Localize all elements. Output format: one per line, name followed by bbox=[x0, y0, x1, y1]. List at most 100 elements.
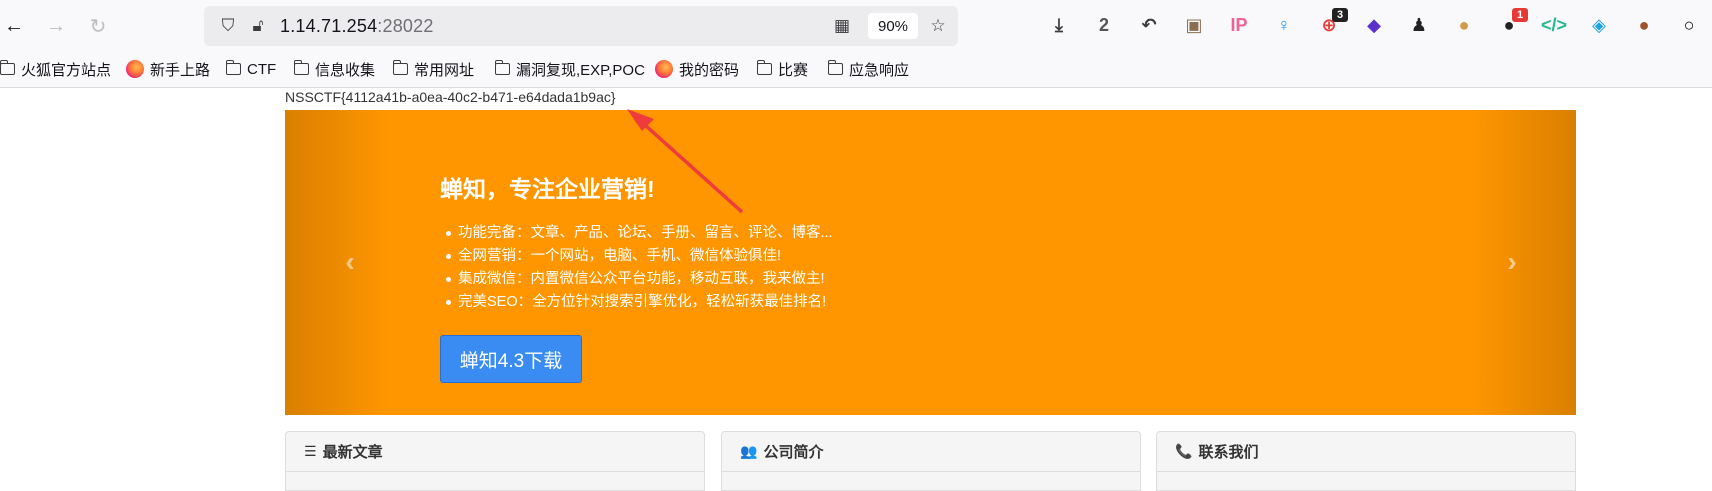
cube-extension-glyph: ◈ bbox=[1592, 14, 1606, 35]
panel-header: ☰ 最新文章 bbox=[286, 432, 704, 472]
extension-badge: 3 bbox=[1332, 8, 1348, 22]
bookmark-item[interactable]: 新手上路 bbox=[126, 58, 210, 80]
flag-text: NSSCTF{4112a41b-a0ea-40c2-b471-e64dada1b… bbox=[285, 89, 616, 105]
bookmark-item[interactable]: 常用网址 bbox=[393, 58, 474, 80]
bookmark-label: 漏洞复现,EXP,POC bbox=[516, 61, 645, 79]
users-icon: 👥 bbox=[740, 443, 758, 459]
back-arrow-icon: ← bbox=[4, 14, 24, 37]
hero-title: 蝉知，专注企业营销! bbox=[440, 176, 655, 202]
forward-arrow-icon: → bbox=[46, 14, 66, 37]
panel-header: 📞 联系我们 bbox=[1157, 432, 1575, 472]
diamond-extension-glyph: ◆ bbox=[1367, 14, 1381, 35]
toolbar: ← → ↻ ⛉ 🔓︎ 1.14.71.254:28022 ▦ 90% ☆ ⤓ 2 ↶… bbox=[0, 0, 1712, 52]
diamond-extension-icon[interactable]: ◆ bbox=[1361, 12, 1387, 38]
bookmarks-toolbar: 火狐官方站点 新手上路 CTF 信息收集 常用网址 漏洞复现,EXP,POC 我的密码 比赛 应… bbox=[0, 54, 1712, 84]
chevron-right-icon: › bbox=[1507, 246, 1517, 277]
folder-icon bbox=[0, 60, 15, 75]
panel-title: 最新文章 bbox=[322, 444, 383, 461]
mask-extension-icon[interactable]: ● 1 bbox=[1496, 8, 1528, 38]
feature-item: 完美SEO：全方位针对搜索引擎优化，轻松斩获最佳排名! bbox=[440, 291, 833, 314]
forward-button[interactable]: → bbox=[42, 12, 70, 40]
bookmark-item[interactable]: 我的密码 bbox=[655, 58, 739, 80]
carousel-next-button[interactable]: › bbox=[1497, 246, 1527, 277]
feature-item: 全网营销：一个网站，电脑、手机、微信体验俱佳! bbox=[440, 245, 833, 268]
shield-icon[interactable]: ⛉ bbox=[216, 14, 240, 38]
circle-extension-glyph: ○ bbox=[1683, 14, 1695, 35]
bookmark-item[interactable]: 应急响应 bbox=[828, 58, 909, 80]
pin-extension-icon[interactable]: ♀ bbox=[1271, 12, 1297, 38]
hero-carousel: ‹ 蝉知，专注企业营销! 功能完备：文章、产品、论坛、手册、留言、评论、博客..… bbox=[285, 110, 1576, 415]
url-port: :28022 bbox=[377, 16, 434, 36]
counter-extension-glyph: 2 bbox=[1098, 14, 1109, 35]
panel-header: 👥 公司简介 bbox=[722, 432, 1140, 472]
cookie-extension-icon[interactable]: ● bbox=[1451, 12, 1477, 38]
download-button[interactable]: 蝉知4.3下载 bbox=[440, 335, 582, 383]
bookmark-item[interactable]: 比赛 bbox=[757, 58, 808, 80]
panel-title: 联系我们 bbox=[1198, 444, 1259, 461]
firefox-icon bbox=[126, 60, 144, 78]
feature-list: 功能完备：文章、产品、论坛、手册、留言、评论、博客... 全网营销：一个网站，电… bbox=[440, 222, 833, 314]
folder-icon bbox=[226, 60, 241, 75]
bookmark-label: 信息收集 bbox=[315, 61, 376, 79]
chevron-left-icon: ‹ bbox=[345, 246, 355, 277]
panel-company-intro: 👥 公司简介 bbox=[721, 431, 1141, 491]
image-extension-glyph: ▣ bbox=[1185, 14, 1203, 35]
bookmark-item[interactable]: 信息收集 bbox=[294, 58, 375, 80]
pin-extension-glyph: ♀ bbox=[1277, 14, 1291, 35]
bookmark-label: 火狐官方站点 bbox=[21, 61, 112, 79]
phone-icon: 📞 bbox=[1175, 443, 1193, 459]
insecure-lock-icon[interactable]: 🔓︎ bbox=[246, 14, 270, 38]
qrcode-icon[interactable]: ▦ bbox=[830, 14, 854, 38]
cube-extension-icon[interactable]: ◈ bbox=[1586, 12, 1612, 38]
spy-extension-icon[interactable]: ♟ bbox=[1406, 12, 1432, 38]
folder-icon bbox=[495, 60, 510, 75]
bookmark-item[interactable]: CTF bbox=[226, 58, 276, 80]
cookie-editor-icon[interactable]: ● bbox=[1631, 12, 1657, 38]
bookmark-label: 新手上路 bbox=[150, 61, 211, 79]
bookmark-label: 我的密码 bbox=[679, 61, 740, 79]
link-extension-icon[interactable]: ⊕ 3 bbox=[1316, 8, 1348, 38]
carousel-prev-button[interactable]: ‹ bbox=[335, 246, 365, 277]
spy-extension-glyph: ♟ bbox=[1410, 14, 1428, 35]
reply-icon[interactable]: ↶ bbox=[1136, 12, 1162, 38]
browser-chrome: ← → ↻ ⛉ 🔓︎ 1.14.71.254:28022 ▦ 90% ☆ ⤓ 2 ↶… bbox=[0, 0, 1712, 88]
list-icon: ☰ bbox=[304, 443, 317, 459]
folder-icon bbox=[757, 60, 772, 75]
back-button[interactable]: ← bbox=[0, 12, 28, 40]
bookmark-label: 比赛 bbox=[778, 61, 809, 79]
cookie-extension-glyph: ● bbox=[1458, 14, 1470, 35]
url-bar[interactable]: ⛉ 🔓︎ 1.14.71.254:28022 ▦ 90% ☆ bbox=[204, 6, 958, 46]
reply-glyph: ↶ bbox=[1141, 14, 1157, 35]
feature-item: 功能完备：文章、产品、论坛、手册、留言、评论、博客... bbox=[440, 222, 833, 245]
ip-extension-icon[interactable]: IP bbox=[1226, 12, 1252, 38]
code-extension-icon[interactable]: </> bbox=[1541, 12, 1567, 38]
bookmark-label: CTF bbox=[247, 60, 277, 78]
url-text[interactable]: 1.14.71.254:28022 bbox=[280, 16, 434, 37]
star-icon[interactable]: ☆ bbox=[926, 14, 950, 38]
extension-badge: 1 bbox=[1512, 8, 1528, 22]
folder-icon bbox=[393, 60, 408, 75]
download-icon[interactable]: ⤓ bbox=[1046, 12, 1072, 38]
circle-extension-icon[interactable]: ○ bbox=[1676, 12, 1702, 38]
download-glyph: ⤓ bbox=[1055, 14, 1063, 35]
bookmark-label: 应急响应 bbox=[849, 61, 910, 79]
counter-extension-icon[interactable]: 2 bbox=[1091, 12, 1117, 38]
ip-extension-glyph: IP bbox=[1230, 14, 1248, 35]
folder-icon bbox=[828, 60, 843, 75]
feature-item: 集成微信：内置微信公众平台功能，移动互联，我来做主! bbox=[440, 268, 833, 291]
image-extension-icon[interactable]: ▣ bbox=[1181, 12, 1207, 38]
cookie-editor-glyph: ● bbox=[1638, 14, 1650, 35]
url-host: 1.14.71.254 bbox=[280, 16, 378, 36]
bookmark-label: 常用网址 bbox=[414, 61, 475, 79]
bookmark-item[interactable]: 火狐官方站点 bbox=[0, 58, 111, 80]
panel-latest-articles: ☰ 最新文章 bbox=[285, 431, 705, 491]
web-page: NSSCTF{4112a41b-a0ea-40c2-b471-e64dada1b… bbox=[0, 88, 1712, 491]
folder-icon bbox=[294, 60, 309, 75]
zoom-level-button[interactable]: 90% bbox=[868, 13, 918, 39]
bookmark-item[interactable]: 漏洞复现,EXP,POC bbox=[495, 58, 645, 80]
reload-icon: ↻ bbox=[89, 15, 107, 38]
firefox-icon bbox=[655, 60, 673, 78]
panel-contact-us: 📞 联系我们 bbox=[1156, 431, 1576, 491]
reload-button[interactable]: ↻ bbox=[84, 12, 112, 40]
code-extension-glyph: </> bbox=[1540, 14, 1568, 35]
